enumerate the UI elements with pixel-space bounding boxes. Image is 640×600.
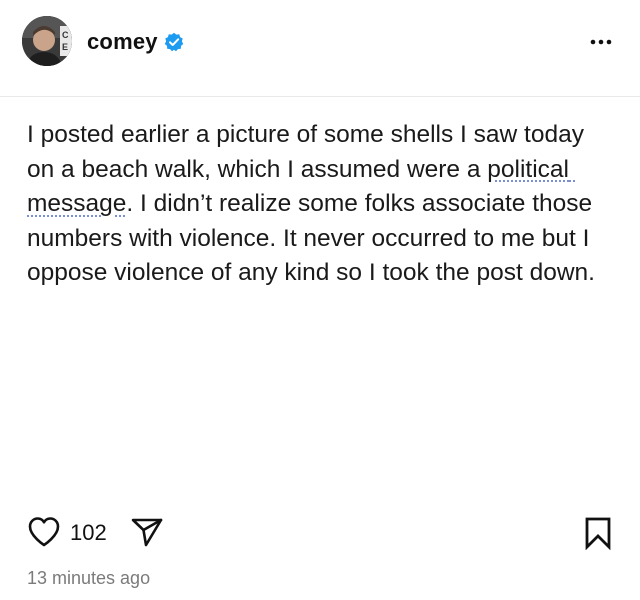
post-actions-bar: 102 bbox=[0, 510, 640, 554]
more-options-icon[interactable] bbox=[588, 32, 614, 52]
header-divider bbox=[0, 96, 640, 97]
post-header: C E comey bbox=[0, 0, 640, 88]
svg-text:E: E bbox=[62, 42, 68, 52]
verified-badge-icon bbox=[164, 32, 184, 52]
post-timestamp: 13 minutes ago bbox=[27, 568, 151, 588]
username[interactable]: comey bbox=[87, 29, 158, 55]
bookmark-icon[interactable] bbox=[584, 516, 612, 551]
like-count[interactable]: 102 bbox=[70, 520, 107, 546]
avatar[interactable]: C E bbox=[22, 16, 72, 66]
post-body-text: I posted earlier a picture of some shell… bbox=[27, 118, 617, 291]
paper-plane-icon[interactable] bbox=[130, 516, 164, 548]
heart-icon[interactable] bbox=[27, 516, 61, 548]
profile-photo-icon: C E bbox=[22, 16, 72, 66]
username-row: comey bbox=[87, 29, 184, 55]
svg-text:C: C bbox=[62, 30, 69, 40]
